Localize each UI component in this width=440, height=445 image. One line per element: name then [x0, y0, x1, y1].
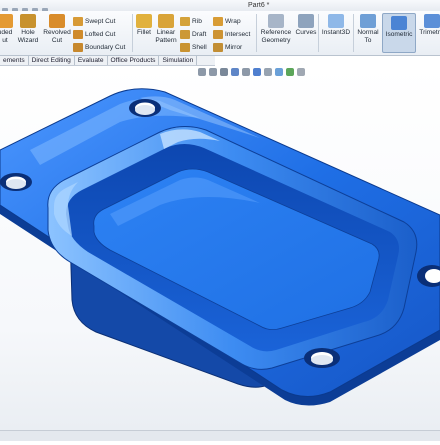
hole-wizard-button[interactable]: Hole Wizard — [14, 14, 42, 45]
ribbon-separator — [353, 14, 354, 52]
mirror-button[interactable]: Mirror — [213, 42, 242, 53]
hole-wizard-icon — [20, 14, 36, 28]
lofted-cut-button[interactable]: Lofted Cut — [73, 29, 115, 40]
shell-icon — [180, 43, 190, 52]
status-bar — [0, 430, 440, 441]
normal-to-icon — [360, 14, 376, 28]
linear-pattern-icon — [158, 14, 174, 28]
tab-evaluate[interactable]: Evaluate — [75, 56, 108, 65]
trimetric-button[interactable]: Trimetric — [416, 14, 440, 37]
isometric-button[interactable]: Isometric — [382, 13, 416, 53]
shell-button[interactable]: Shell — [180, 42, 207, 53]
apply-scene-icon[interactable] — [286, 68, 294, 76]
rib-button[interactable]: Rib — [180, 16, 202, 27]
swept-cut-button[interactable]: Swept Cut — [73, 16, 115, 27]
curves-icon — [298, 14, 314, 28]
mirror-icon — [213, 43, 223, 52]
display-style-icon[interactable] — [253, 68, 261, 76]
ribbon-separator — [318, 14, 319, 52]
graphics-area[interactable] — [0, 66, 440, 440]
rib-icon — [180, 17, 190, 26]
tab-simulation[interactable]: Simulation — [159, 56, 198, 65]
zoom-to-area-icon[interactable] — [209, 68, 217, 76]
section-view-icon[interactable] — [231, 68, 239, 76]
tab-office-products[interactable]: Office Products — [108, 56, 160, 65]
fillet-icon — [136, 14, 152, 28]
hide-show-items-icon[interactable] — [264, 68, 272, 76]
isometric-icon — [391, 16, 407, 30]
revolved-cut-button[interactable]: Revolved Cut — [42, 14, 72, 45]
wrap-button[interactable]: Wrap — [213, 16, 241, 27]
part-model-render — [0, 88, 440, 406]
instant3d-button[interactable]: Instant3D — [320, 14, 352, 37]
ribbon-separator — [256, 14, 257, 52]
reference-geometry-icon — [268, 14, 284, 28]
view-orientation-icon[interactable] — [242, 68, 250, 76]
intersect-icon — [213, 30, 223, 39]
normal-to-button[interactable]: Normal To — [355, 14, 381, 45]
draft-button[interactable]: Draft — [180, 29, 206, 40]
linear-pattern-button[interactable]: Linear Pattern — [153, 14, 179, 45]
lofted-cut-icon — [73, 30, 83, 39]
previous-view-icon[interactable] — [220, 68, 228, 76]
mounting-hole-top-left — [129, 99, 161, 117]
intersect-button[interactable]: Intersect — [213, 29, 250, 40]
fillet-button[interactable]: Fillet — [134, 14, 154, 37]
heads-up-view-toolbar — [198, 66, 358, 78]
tab-features[interactable]: ements — [0, 56, 29, 65]
mounting-hole-bottom — [304, 348, 340, 368]
wrap-icon — [213, 17, 223, 26]
extrude-cut-icon — [0, 14, 13, 28]
tab-direct-editing[interactable]: Direct Editing — [29, 56, 75, 65]
draft-icon — [180, 30, 190, 39]
extruded-cut-button[interactable]: uded ut — [0, 14, 14, 45]
swept-cut-icon — [73, 17, 83, 26]
window-title: Part6 * — [248, 2, 270, 9]
quick-access-toolbar[interactable] — [2, 1, 62, 14]
instant3d-icon — [328, 14, 344, 28]
ribbon-separator — [132, 14, 133, 52]
boundary-cut-button[interactable]: Boundary Cut — [73, 42, 125, 53]
boundary-cut-icon — [73, 43, 83, 52]
trimetric-icon — [424, 14, 440, 28]
zoom-to-fit-icon[interactable] — [198, 68, 206, 76]
view-settings-icon[interactable] — [297, 68, 305, 76]
edit-appearance-icon[interactable] — [275, 68, 283, 76]
mounting-hole-left — [0, 173, 32, 191]
reference-geometry-button[interactable]: Reference Geometry — [258, 14, 294, 45]
curves-button[interactable]: Curves — [294, 14, 318, 37]
command-manager-ribbon: uded ut Hole Wizard Revolved Cut Swept C… — [0, 11, 440, 56]
command-manager-tabs: ements Direct Editing Evaluate Office Pr… — [0, 56, 215, 66]
revolved-cut-icon — [49, 14, 65, 28]
